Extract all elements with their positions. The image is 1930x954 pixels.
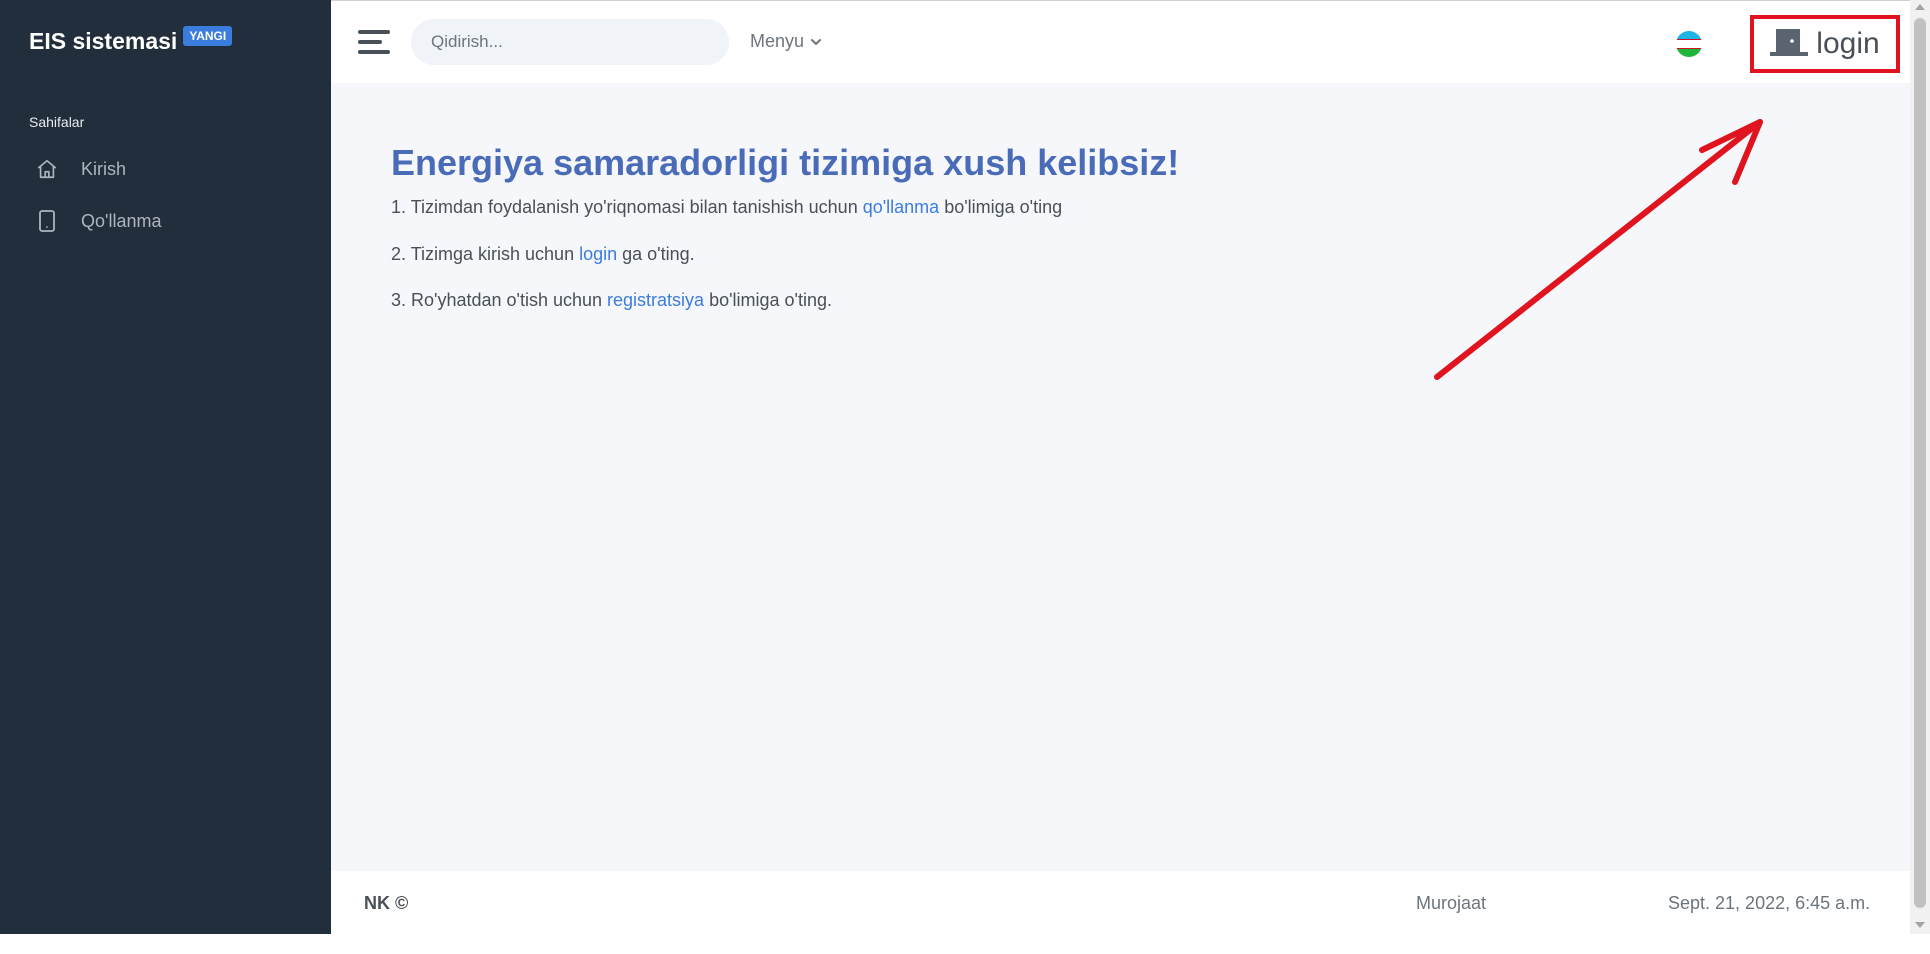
chevron-down-icon — [810, 31, 822, 52]
footer: NK © Murojaat Sept. 21, 2022, 6:45 a.m. — [331, 871, 1910, 934]
instruction-step: 3. Ro'yhatdan o'tish uchun registratsiya… — [391, 290, 832, 311]
sidebar-header: Sahifalar — [29, 114, 85, 130]
footer-copyright: NK © — [364, 893, 409, 913]
sidebar-item-kirish[interactable]: Kirish — [35, 157, 126, 181]
sidebar-item-label: Kirish — [81, 158, 127, 179]
brand-name: EIS sistemasi — [29, 28, 178, 54]
uzbekistan-flag-icon[interactable] — [1676, 31, 1702, 57]
instruction-step: 2. Tizimga kirish uchun login ga o'ting. — [391, 244, 695, 265]
brand[interactable]: EIS sistemasi YANGI — [29, 26, 233, 56]
login-label: login — [1816, 27, 1880, 60]
menu-dropdown[interactable]: Menyu — [750, 31, 822, 52]
door-icon — [1770, 27, 1809, 62]
scroll-up-arrow-icon[interactable] — [1915, 4, 1925, 10]
menu-label: Menyu — [750, 31, 805, 51]
qollanma-link[interactable]: qo'llanma — [863, 197, 939, 217]
login-button[interactable]: login — [1750, 15, 1900, 73]
hamburger-menu-icon[interactable] — [358, 30, 390, 56]
main-content: Energiya samaradorligi tizimiga xush kel… — [331, 83, 1910, 871]
horizontal-scrollbar-area — [0, 934, 1930, 954]
step-text: bo'limiga o'ting. — [704, 290, 833, 310]
top-navbar: Menyu login — [331, 0, 1910, 83]
scroll-down-arrow-icon[interactable] — [1915, 922, 1925, 928]
search-input[interactable] — [411, 19, 729, 65]
vertical-scrollbar[interactable] — [1910, 0, 1930, 934]
sidebar: EIS sistemasi YANGI Sahifalar Kirish Qo'… — [0, 0, 331, 934]
registratsiya-link[interactable]: registratsiya — [607, 290, 704, 310]
scrollbar-thumb[interactable] — [1914, 18, 1926, 908]
sidebar-item-label: Qo'llanma — [81, 210, 162, 231]
step-text: ga o'ting. — [617, 244, 695, 264]
app: EIS sistemasi YANGI Sahifalar Kirish Qo'… — [0, 0, 1930, 954]
step-text: 2. Tizimga kirish uchun — [391, 244, 580, 264]
tablet-icon — [35, 209, 59, 233]
instruction-step: 1. Tizimdan foydalanish yo'riqnomasi bil… — [391, 197, 1062, 218]
footer-timestamp: Sept. 21, 2022, 6:45 a.m. — [1668, 893, 1871, 913]
sidebar-item-qollanma[interactable]: Qo'llanma — [35, 209, 161, 233]
new-badge: YANGI — [183, 26, 233, 46]
step-text: 3. Ro'yhatdan o'tish uchun — [391, 290, 608, 310]
murojaat-link[interactable]: Murojaat — [1416, 893, 1486, 914]
step-text: bo'limiga o'ting — [939, 197, 1063, 217]
step-text: 1. Tizimdan foydalanish yo'riqnomasi bil… — [391, 197, 863, 217]
login-link[interactable]: login — [579, 244, 617, 264]
page-title: Energiya samaradorligi tizimiga xush kel… — [391, 142, 1180, 183]
home-icon — [35, 157, 59, 181]
